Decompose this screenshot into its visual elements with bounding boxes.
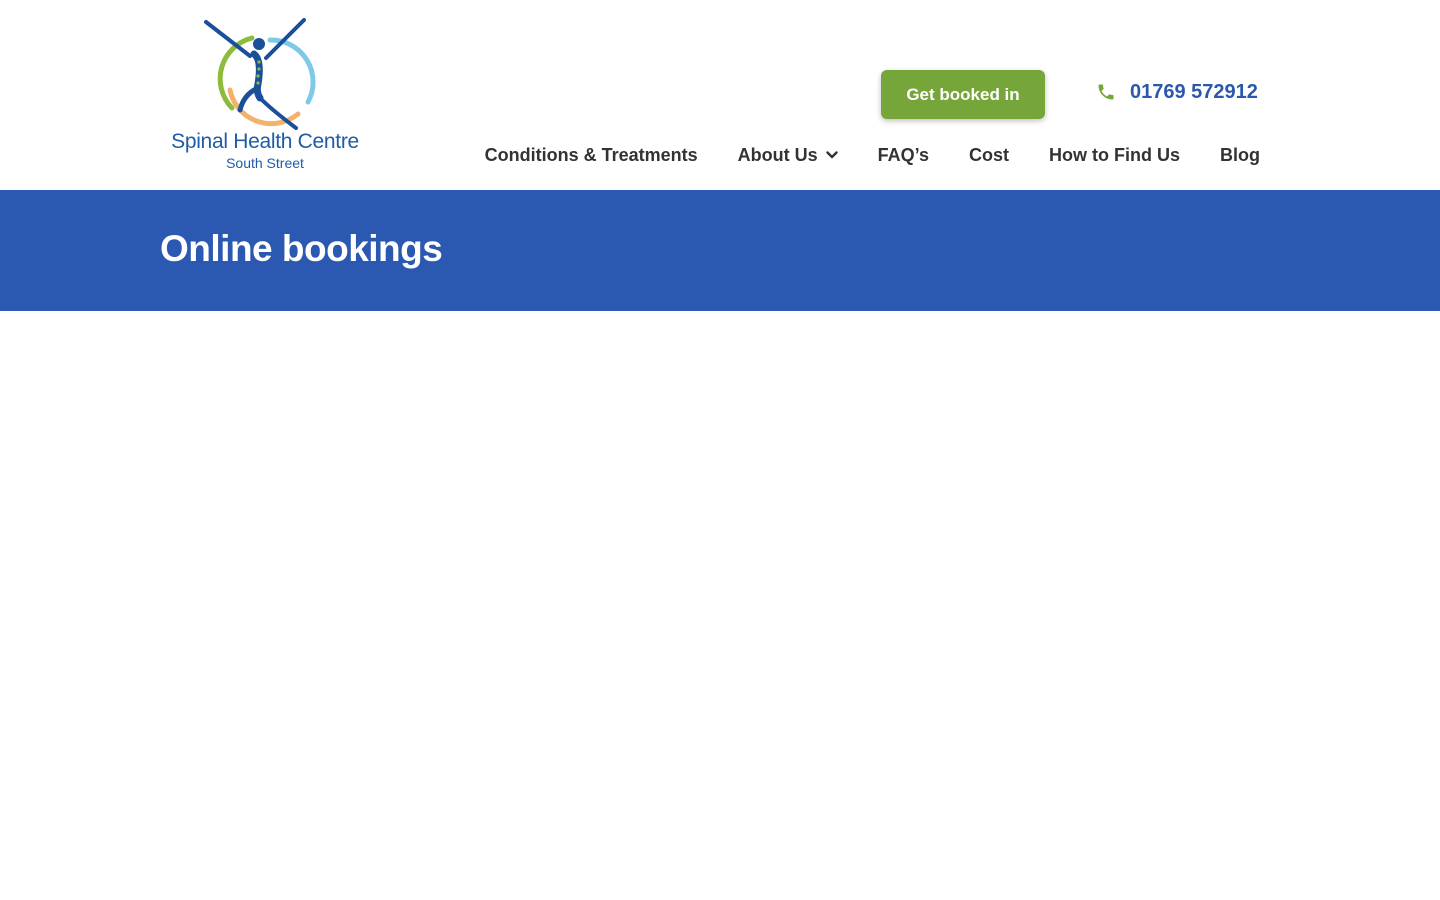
nav-item-label: About Us	[737, 144, 818, 165]
site-header: Spinal Health Centre South Street Get bo…	[0, 0, 1440, 190]
site-logo[interactable]: Spinal Health Centre South Street	[170, 18, 360, 176]
main-nav: Conditions & Treatments About Us FAQ’s C…	[485, 140, 1260, 170]
figure-with-circle-logo-icon	[204, 18, 316, 130]
nav-item-label: Conditions & Treatments	[484, 144, 698, 165]
phone-icon	[1098, 84, 1114, 100]
nav-item-faqs[interactable]: FAQ’s	[878, 145, 929, 166]
nav-item-about-us[interactable]: About Us	[738, 145, 838, 166]
page-title: Online bookings	[160, 228, 443, 269]
nav-item-label: FAQ’s	[877, 144, 930, 165]
nav-item-label: How to Find Us	[1049, 144, 1180, 165]
nav-item-conditions-treatments[interactable]: Conditions & Treatments	[485, 145, 698, 166]
nav-item-how-to-find-us[interactable]: How to Find Us	[1049, 145, 1180, 166]
logo-name: Spinal Health Centre	[171, 130, 359, 153]
phone-number: 01769 572912	[1130, 80, 1258, 103]
phone-link[interactable]: 01769 572912	[1096, 78, 1258, 106]
logo-subtitle: South Street	[226, 155, 304, 171]
nav-item-label: Cost	[969, 144, 1010, 165]
chevron-down-icon	[825, 151, 838, 159]
nav-item-cost[interactable]: Cost	[969, 145, 1009, 166]
page-banner: Online bookings	[0, 190, 1440, 311]
get-booked-in-button[interactable]: Get booked in	[881, 70, 1045, 119]
booking-content-area	[0, 311, 1440, 900]
nav-item-blog[interactable]: Blog	[1220, 145, 1260, 166]
nav-item-label: Blog	[1220, 144, 1260, 165]
